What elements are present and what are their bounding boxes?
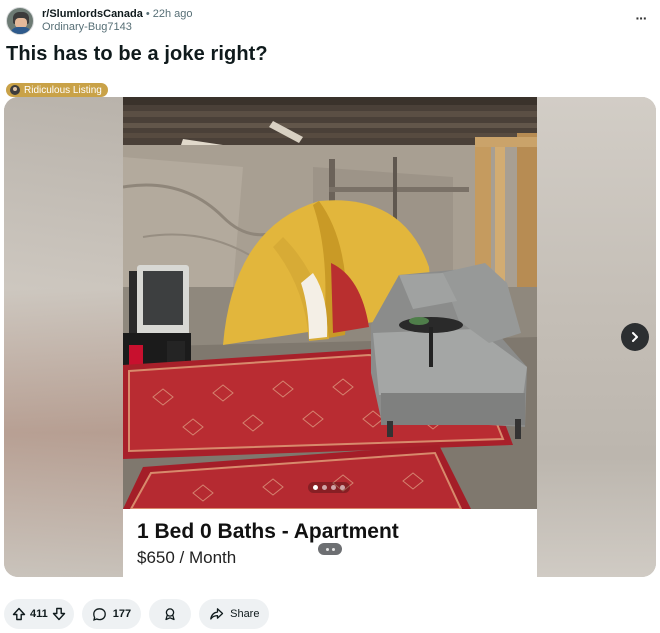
flair-avatar-icon bbox=[10, 85, 20, 95]
arrow-up-icon[interactable] bbox=[12, 607, 26, 621]
post-flair[interactable]: Ridiculous Listing bbox=[6, 83, 108, 97]
comment-count: 177 bbox=[112, 608, 132, 620]
flair-label: Ridiculous Listing bbox=[24, 84, 102, 96]
carousel-dot[interactable] bbox=[331, 485, 336, 490]
vote-count: 411 bbox=[30, 608, 48, 620]
carousel-indicator[interactable] bbox=[308, 482, 350, 493]
post-meta: r/SlumlordsCanada • 22h ago Ordinary-Bug71… bbox=[42, 8, 192, 34]
share-arrow-icon bbox=[210, 608, 224, 620]
media-blur-left bbox=[4, 97, 123, 577]
image-pager-pill bbox=[318, 543, 342, 555]
share-button[interactable]: Share bbox=[199, 599, 270, 629]
meta-separator: • bbox=[145, 8, 150, 20]
post-time: 22h ago bbox=[152, 8, 193, 20]
listing-photo bbox=[123, 97, 537, 509]
vote-control: 411 bbox=[4, 599, 74, 629]
overflow-menu-button[interactable]: ··· bbox=[632, 11, 650, 30]
post-title[interactable]: This has to be a joke right? bbox=[6, 42, 268, 66]
award-button[interactable] bbox=[149, 599, 192, 629]
chevron-right-icon bbox=[632, 332, 638, 342]
comment-bubble-icon bbox=[92, 607, 106, 621]
post-header: r/SlumlordsCanada • 22h ago Ordinary-Bug71… bbox=[6, 6, 192, 36]
carousel-next-button[interactable] bbox=[621, 323, 649, 351]
arrow-down-icon[interactable] bbox=[52, 607, 66, 621]
comments-button[interactable]: 177 bbox=[81, 599, 142, 629]
carousel-dot[interactable] bbox=[322, 485, 327, 490]
post-action-bar: 411 177 Share bbox=[4, 599, 270, 629]
share-label: Share bbox=[230, 608, 260, 620]
subreddit-avatar[interactable] bbox=[6, 7, 34, 35]
carousel-dot[interactable] bbox=[340, 485, 345, 490]
award-icon bbox=[165, 608, 175, 621]
subreddit-link[interactable]: r/SlumlordsCanada bbox=[42, 8, 143, 20]
listing-title: 1 Bed 0 Baths - Apartment bbox=[137, 520, 399, 543]
carousel-dot[interactable] bbox=[313, 485, 318, 490]
post-media-carousel[interactable]: 1 Bed 0 Baths - Apartment $650 / Month bbox=[4, 97, 656, 577]
author-link[interactable]: Ordinary-Bug7143 bbox=[42, 21, 192, 34]
